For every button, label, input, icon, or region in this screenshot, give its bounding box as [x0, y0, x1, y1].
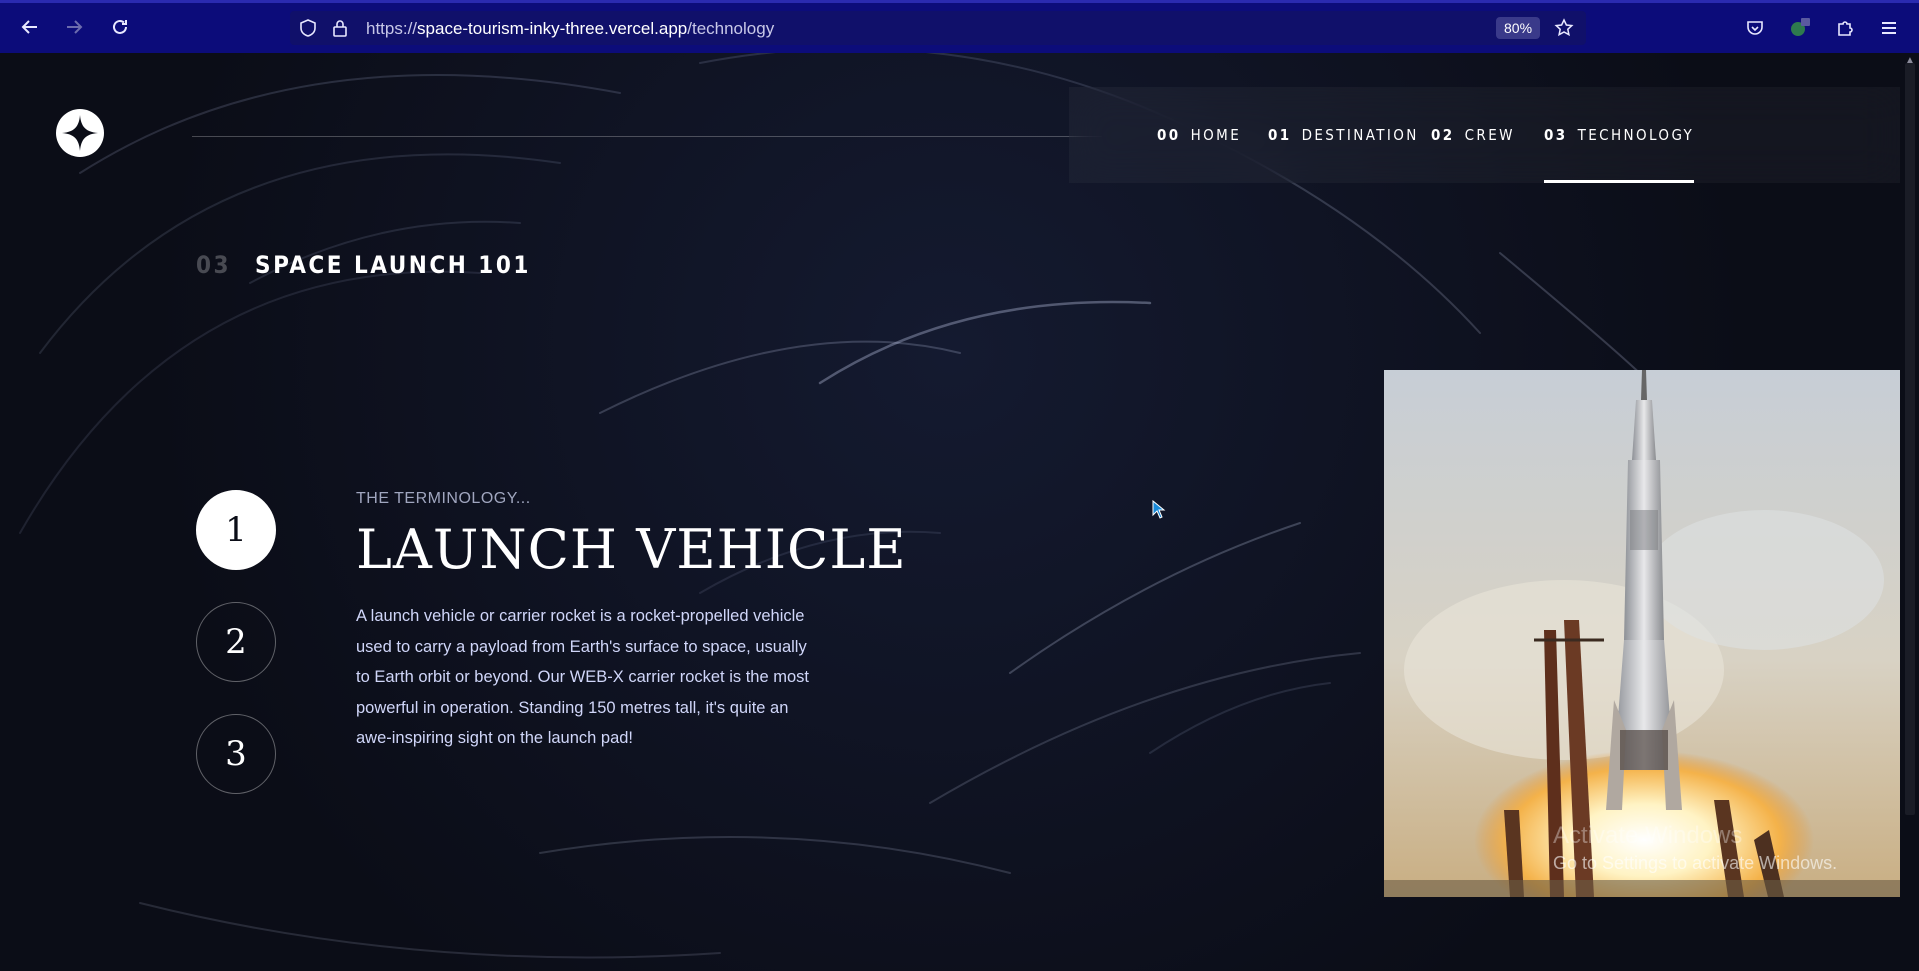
- primary-navigation: 00 HOME 01 DESTINATION 02 CREW 03 TECHNOLOGY: [1069, 87, 1900, 183]
- activate-windows-subtitle: Go to Settings to activate Windows.: [1553, 853, 1838, 873]
- logo[interactable]: [56, 109, 104, 157]
- activate-windows-title: Activate Windows: [1553, 822, 1743, 849]
- step-button-1[interactable]: 1: [196, 490, 276, 570]
- extension-globe-icon[interactable]: [1784, 13, 1814, 43]
- zoom-level-badge[interactable]: 80%: [1496, 17, 1541, 39]
- nav-item-number: 02: [1431, 126, 1455, 144]
- scrollbar-thumb[interactable]: [1905, 63, 1915, 815]
- nav-item-technology[interactable]: 03 TECHNOLOGY: [1544, 87, 1695, 183]
- nav-item-home[interactable]: 00 HOME: [1157, 87, 1241, 183]
- shield-icon[interactable]: [298, 18, 318, 38]
- step-button-2[interactable]: 2: [196, 602, 276, 682]
- url-path: /technology: [687, 19, 775, 38]
- pocket-icon[interactable]: [1740, 13, 1770, 43]
- page-heading-number: 03: [196, 251, 232, 279]
- url-host: space-tourism-inky-three.vercel.app: [417, 19, 688, 38]
- technology-title: LAUNCH VEHICLE: [356, 518, 907, 581]
- nav-item-label: CREW: [1464, 126, 1515, 144]
- nav-item-label: HOME: [1190, 126, 1242, 144]
- browser-toolbar: https://space-tourism-inky-three.vercel.…: [0, 0, 1919, 53]
- step-button-3[interactable]: 3: [196, 714, 276, 794]
- menu-hamburger-icon[interactable]: [1874, 13, 1904, 43]
- nav-item-destination[interactable]: 01 DESTINATION: [1268, 87, 1419, 183]
- nav-item-number: 01: [1268, 126, 1292, 144]
- extensions-puzzle-icon[interactable]: [1830, 13, 1860, 43]
- terminology-label: THE TERMINOLOGY...: [356, 490, 531, 507]
- launch-vehicle-image: [1384, 370, 1900, 897]
- star-icon[interactable]: [1554, 18, 1574, 38]
- url-scheme: https://: [366, 19, 418, 38]
- lock-icon[interactable]: [330, 18, 350, 38]
- mouse-cursor-icon: [1152, 500, 1166, 519]
- nav-divider-line: [192, 136, 1102, 137]
- reload-button[interactable]: [104, 11, 136, 43]
- forward-button[interactable]: [58, 11, 90, 43]
- star-logo-icon: [62, 115, 98, 151]
- nav-item-number: 03: [1544, 126, 1568, 144]
- url-text[interactable]: https://space-tourism-inky-three.vercel.…: [366, 19, 774, 39]
- nav-item-number: 00: [1157, 126, 1181, 144]
- arrow-right-icon: [67, 20, 83, 34]
- address-bar[interactable]: https://space-tourism-inky-three.vercel.…: [290, 11, 1586, 45]
- page-heading-text: SPACE LAUNCH 101: [255, 251, 531, 279]
- arrow-left-icon: [21, 20, 37, 34]
- reload-icon: [113, 19, 127, 34]
- page-scrollbar[interactable]: ▲: [1900, 53, 1919, 971]
- technology-description: A launch vehicle or carrier rocket is a …: [356, 607, 809, 747]
- page-heading: 03 SPACE LAUNCH 101: [196, 251, 531, 279]
- nav-item-label: DESTINATION: [1301, 126, 1419, 144]
- nav-item-crew[interactable]: 02 CREW: [1431, 87, 1515, 183]
- nav-item-label: TECHNOLOGY: [1577, 126, 1695, 144]
- back-button[interactable]: [14, 11, 46, 43]
